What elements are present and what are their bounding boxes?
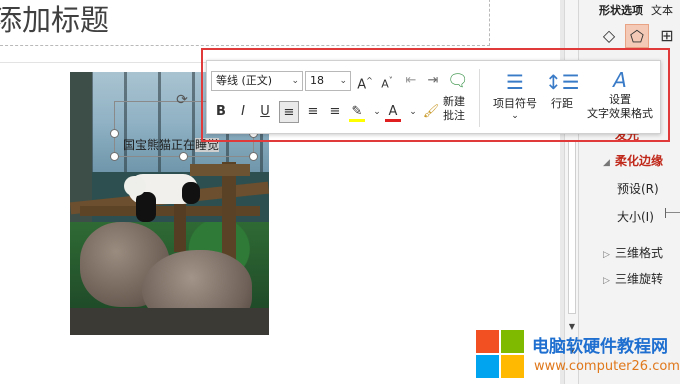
rotate-handle-icon[interactable]: ⟳ [174, 92, 190, 108]
size-label: 大小(I) [617, 210, 654, 224]
tab-shape-options[interactable]: 形状选项 [599, 4, 643, 17]
resize-handle-bottom-right[interactable] [249, 152, 258, 161]
photo-platform [190, 164, 250, 176]
expanded-icon: ◢ [603, 158, 610, 168]
watermark-title: 电脑软硬件教程网 [532, 337, 668, 357]
textbox-text-plain: 国宝熊猫正在 [123, 138, 196, 152]
panda-leg-rear [182, 182, 200, 204]
highlight-annotation-box [201, 48, 670, 142]
app-window: 添加标题 国宝熊猫正在睡觉 ⟳ ▼ ▼ 形状选项 文本 ◇ ⬠ ⊞ 发光 ◢ 柔… [0, 0, 680, 384]
resize-handle-left[interactable] [110, 129, 119, 138]
panda-head [124, 176, 146, 196]
photo-ground [70, 308, 269, 335]
site-watermark: 电脑软硬件教程网 www.computer26.com [474, 326, 680, 384]
scrollbar-thumb[interactable] [568, 140, 576, 314]
section-soft-edges[interactable]: ◢ 柔化边缘 [603, 152, 663, 169]
size-icon[interactable]: ⊞ [655, 24, 679, 48]
photo-post-small [174, 202, 186, 252]
collapsed-icon: ▷ [603, 276, 610, 286]
section-3d-rotation[interactable]: ▷ 三维旋转 [603, 270, 663, 287]
slide-title: 添加标题 [0, 3, 110, 37]
pentagon-icon[interactable]: ⬠ [625, 24, 649, 48]
title-placeholder[interactable]: 添加标题 [0, 0, 490, 46]
fill-bucket-icon[interactable]: ◇ [597, 24, 621, 48]
resize-handle-bottom[interactable] [179, 152, 188, 161]
resize-handle-bottom-left[interactable] [110, 152, 119, 161]
panda-leg [136, 192, 156, 222]
pane-tabs: 形状选项 文本 [599, 2, 673, 18]
watermark-url: www.computer26.com [534, 359, 680, 374]
tab-text-options[interactable]: 文本 [651, 4, 673, 17]
collapsed-icon: ▷ [603, 250, 610, 260]
section-3d-format[interactable]: ▷ 三维格式 [603, 244, 663, 261]
preset-label[interactable]: 预设(R) [617, 180, 659, 197]
windows-logo-icon [476, 330, 526, 380]
size-slider[interactable] [665, 208, 680, 218]
